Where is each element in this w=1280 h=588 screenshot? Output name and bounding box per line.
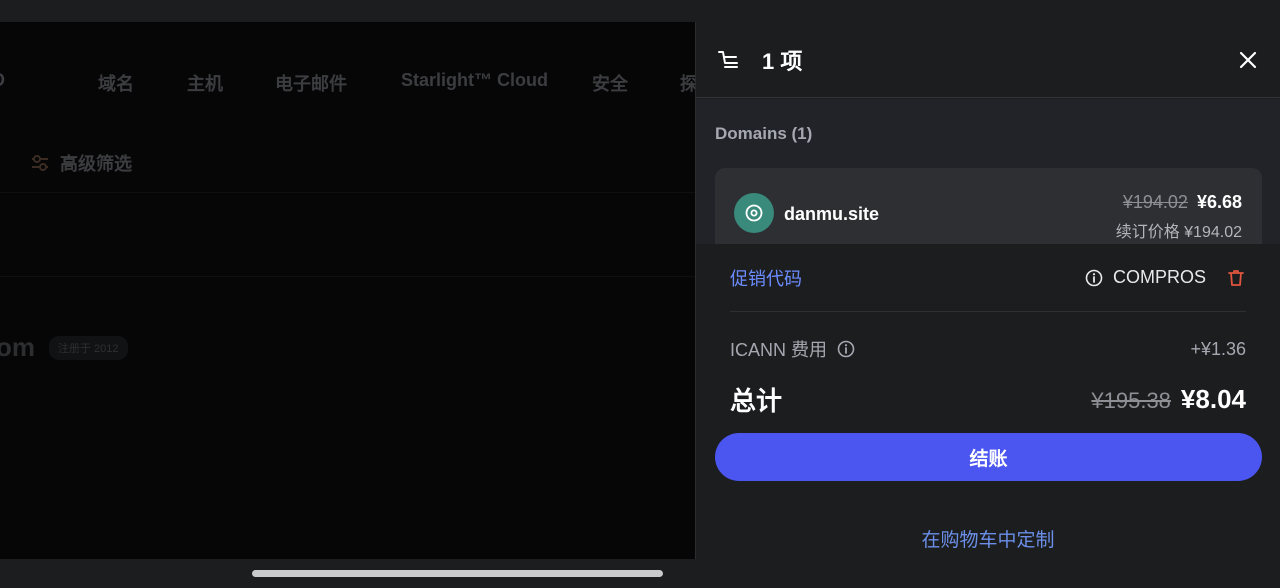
total-price: ¥8.04 (1180, 383, 1246, 414)
trash-icon[interactable] (1226, 268, 1246, 288)
home-indicator[interactable] (252, 570, 663, 577)
customize-cart-link[interactable]: 在购物车中定制 (696, 525, 1280, 552)
fee-label-group: ICANN 费用 (730, 336, 855, 362)
renewal-price: 续订价格 ¥194.02 (1115, 224, 1242, 241)
promo-code: COMPROS (1112, 267, 1206, 287)
nav-item-email: 电子邮件 (275, 74, 347, 94)
applied-promo: COMPROS (1085, 267, 1246, 288)
fee-label: ICANN 费用 (730, 340, 828, 360)
nav-logo-fragment: D (0, 70, 5, 91)
filter-icon (32, 155, 48, 171)
disc-icon (745, 204, 763, 222)
advanced-filter: 高级筛选 (30, 150, 132, 176)
nav-item-domains: 域名 (98, 74, 134, 94)
info-icon[interactable] (1085, 269, 1103, 287)
background-page: D 域名 主机 电子邮件 Starlight™ Cloud 安全 探 高级筛选 … (0, 22, 695, 559)
cart-icon (718, 50, 738, 68)
icann-fee-row: ICANN 费用 +¥1.36 (730, 337, 1246, 361)
promo-code-link[interactable]: 促销代码 (730, 265, 802, 291)
cart-item-domain[interactable]: danmu.site ¥194.02 ¥6.68 续订价格 ¥194.02 (715, 168, 1262, 244)
cart-drawer: 1 项 Domains (1) danmu.site ¥194.02 ¥6.68… (695, 22, 1280, 559)
close-button[interactable] (1234, 46, 1262, 74)
original-price: ¥194.02 (1122, 192, 1188, 212)
domain-name: danmu.site (784, 204, 880, 224)
background-domain-result: om 注册于 2012 (0, 332, 128, 363)
total-original-price: ¥195.38 (1091, 387, 1171, 413)
registered-badge: 注册于 2012 (49, 335, 128, 360)
background-nav: D 域名 主机 电子邮件 Starlight™ Cloud 安全 探 (0, 70, 695, 110)
cart-title: 1 项 (762, 48, 803, 74)
close-icon (1239, 51, 1257, 69)
total-label: 总计 (730, 385, 783, 416)
nav-item-explore: 探 (680, 74, 695, 94)
fee-value: +¥1.36 (1190, 338, 1246, 359)
domain-fragment: om (0, 332, 35, 362)
info-icon[interactable] (837, 340, 855, 358)
nav-item-security: 安全 (592, 74, 628, 94)
divider (0, 276, 695, 277)
divider (0, 192, 695, 193)
cart-items-area[interactable]: Domains (1) danmu.site ¥194.02 ¥6.68 续订价… (696, 99, 1280, 244)
nav-item-hosting: 主机 (187, 74, 223, 94)
checkout-button[interactable]: 结账 (715, 433, 1262, 481)
section-label-domains: Domains (1) (715, 124, 813, 143)
domain-icon (734, 193, 774, 233)
item-price: ¥194.02 ¥6.68 (1123, 192, 1242, 213)
cart-header: 1 项 (696, 22, 1280, 98)
cart-summary: 促销代码 COMPROS ICANN 费用 +¥1.36 总计 ¥195.38 … (696, 244, 1280, 559)
screen: D 域名 主机 电子邮件 Starlight™ Cloud 安全 探 高级筛选 … (0, 0, 1280, 588)
nav-item-cloud: Starlight™ Cloud (401, 70, 548, 90)
filter-label: 高级筛选 (60, 154, 132, 174)
discount-price: ¥6.68 (1196, 192, 1242, 212)
promo-row: 促销代码 COMPROS (730, 244, 1246, 312)
total-prices: ¥195.38 ¥8.04 (1091, 384, 1246, 415)
total-row: 总计 ¥195.38 ¥8.04 (730, 379, 1246, 419)
